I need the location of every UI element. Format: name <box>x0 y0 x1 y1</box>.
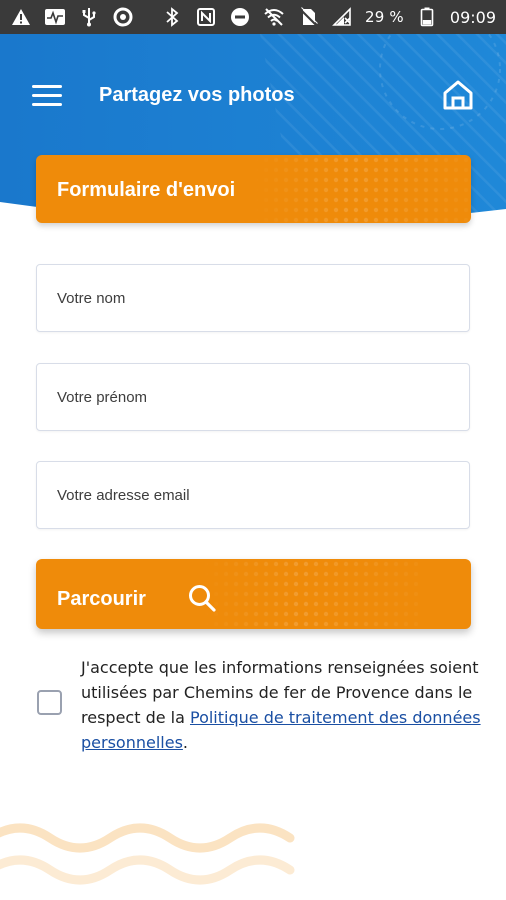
name-field[interactable] <box>36 264 470 332</box>
activity-icon <box>44 6 66 28</box>
hamburger-line <box>32 84 62 88</box>
firstname-field[interactable] <box>36 363 470 431</box>
wifi-off-icon <box>263 6 285 28</box>
battery-icon <box>416 6 438 28</box>
do-not-disturb-icon <box>229 6 251 28</box>
dot-pattern <box>251 155 471 223</box>
page-title: Partagez vos photos <box>99 84 295 106</box>
status-bar-left <box>10 6 134 28</box>
nfc-icon <box>195 6 217 28</box>
status-bar: 29 % 09:09 <box>0 0 506 34</box>
email-field[interactable] <box>36 461 470 529</box>
consent-text: J'accepte que les informations renseigné… <box>81 655 486 755</box>
clock: 09:09 <box>449 7 496 27</box>
decorative-wave <box>0 823 295 885</box>
no-sim-icon <box>297 6 319 28</box>
menu-button[interactable] <box>32 80 66 110</box>
browse-label: Parcourir <box>57 588 146 610</box>
search-icon <box>189 585 216 612</box>
consent-checkbox[interactable] <box>37 690 62 715</box>
status-bar-right: 29 % 09:09 <box>161 6 496 28</box>
sync-circle-icon <box>112 6 134 28</box>
battery-percent: 29 % <box>364 8 404 26</box>
signal-icon <box>331 6 353 28</box>
hamburger-line <box>32 93 62 97</box>
warning-icon <box>10 6 32 28</box>
home-button[interactable] <box>441 78 475 112</box>
app-header: Partagez vos photos <box>0 34 506 154</box>
browse-button[interactable]: Parcourir <box>36 559 471 629</box>
bluetooth-icon <box>161 6 183 28</box>
banner-title: Formulaire d'envoi <box>57 179 236 201</box>
dot-pattern <box>201 559 421 629</box>
consent-text-after: . <box>182 733 188 752</box>
form-banner: Formulaire d'envoi <box>36 155 471 223</box>
usb-icon <box>78 6 100 28</box>
hamburger-line <box>32 102 62 106</box>
home-icon <box>443 80 473 110</box>
